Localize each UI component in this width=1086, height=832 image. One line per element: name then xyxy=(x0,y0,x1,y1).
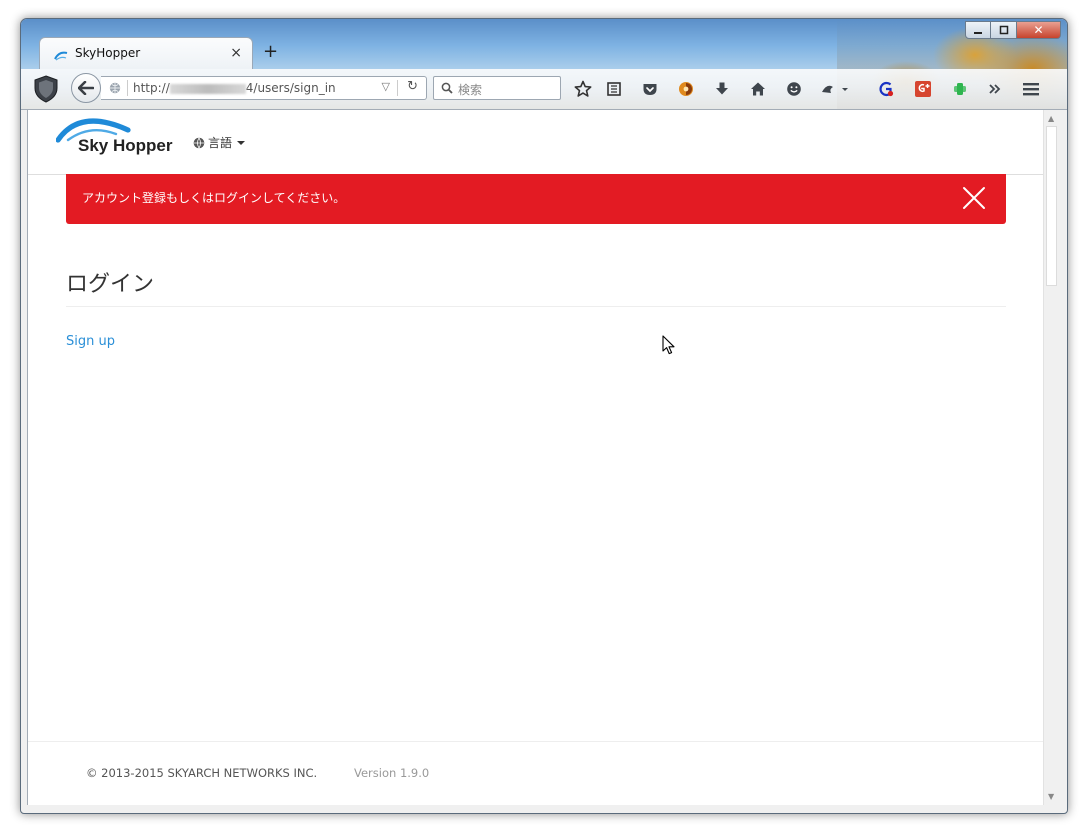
reload-icon[interactable]: ↻ xyxy=(407,79,418,94)
search-placeholder: 検索 xyxy=(458,83,483,97)
address-bar[interactable]: http:// 4/users/sign_in ▽ ↻ xyxy=(101,76,427,100)
close-window-button[interactable]: ✕ xyxy=(1017,21,1061,39)
desktop: ✕ SkyHopper × + http:// 4/users/sign_in … xyxy=(0,0,1086,832)
alert-message: アカウント登録もしくはログインしてください。 xyxy=(82,191,346,205)
hamburger-menu-icon[interactable] xyxy=(1021,79,1041,99)
site-identity-globe-icon[interactable] xyxy=(109,82,121,94)
tab-title: SkyHopper xyxy=(75,46,141,60)
extension-g-icon[interactable] xyxy=(876,79,896,99)
new-tab-button[interactable]: + xyxy=(263,43,278,61)
minimize-button[interactable] xyxy=(965,21,991,39)
reload-separator xyxy=(397,80,398,96)
maximize-button[interactable] xyxy=(991,21,1017,39)
globe-icon xyxy=(193,137,205,149)
extension-menu-icon[interactable] xyxy=(819,79,853,99)
alert-banner: アカウント登録もしくはログインしてください。 xyxy=(66,174,1006,224)
search-bar[interactable]: 検索 xyxy=(433,76,561,100)
site-header: Sky Hopper 言語 xyxy=(28,110,1044,175)
shield-icon[interactable] xyxy=(33,75,59,103)
alert-close-icon[interactable] xyxy=(962,186,986,210)
url-text[interactable]: http:// 4/users/sign_in xyxy=(133,81,336,95)
back-button[interactable] xyxy=(71,73,101,103)
scrollbar-thumb[interactable] xyxy=(1046,126,1057,286)
logo-text: Sky Hopper xyxy=(78,136,173,155)
home-icon[interactable] xyxy=(748,79,768,99)
address-separator xyxy=(127,80,128,96)
bookmark-star-icon[interactable] xyxy=(573,79,593,99)
skyhopper-favicon-icon xyxy=(54,51,68,61)
restore-icon xyxy=(999,25,1008,35)
scroll-down-arrow-icon[interactable]: ▼ xyxy=(1048,792,1054,801)
scroll-up-arrow-icon[interactable]: ▲ xyxy=(1048,114,1054,123)
footer-copyright: © 2013-2015 SKYARCH NETWORKS INC. xyxy=(86,766,318,780)
caret-down-icon xyxy=(237,140,246,145)
language-label: 言語 xyxy=(208,136,233,150)
navigation-toolbar: http:// 4/users/sign_in ▽ ↻ 検索 xyxy=(21,69,1067,110)
back-arrow-icon xyxy=(78,81,94,95)
title-divider xyxy=(66,306,1006,307)
redacted-host xyxy=(169,83,246,94)
download-icon[interactable] xyxy=(712,79,732,99)
extension-green-icon[interactable] xyxy=(950,79,970,99)
bookmarks-list-icon[interactable] xyxy=(604,79,624,99)
pocket-icon[interactable] xyxy=(640,79,660,99)
extension-orange-icon[interactable] xyxy=(676,79,696,99)
sign-up-link[interactable]: Sign up xyxy=(66,334,115,349)
page-title: ログイン xyxy=(66,272,155,297)
language-dropdown[interactable]: 言語 xyxy=(193,134,246,151)
minimize-icon xyxy=(974,32,982,34)
site-footer: © 2013-2015 SKYARCH NETWORKS INC. Versio… xyxy=(28,741,1044,805)
google-plus-icon[interactable] xyxy=(913,79,933,99)
mouse-cursor-icon xyxy=(662,335,675,355)
tab-skyhopper[interactable]: SkyHopper × xyxy=(39,37,253,69)
vertical-scrollbar[interactable]: ▲ ▼ xyxy=(1043,110,1060,805)
skyhopper-logo[interactable]: Sky Hopper xyxy=(56,114,178,162)
overflow-chevron-icon[interactable] xyxy=(985,79,1005,99)
window-controls: ✕ xyxy=(965,21,1061,39)
search-icon xyxy=(441,82,453,94)
page-viewport: Sky Hopper 言語 アカウント登録もしくはログインしてください。 ログイ… xyxy=(27,110,1044,805)
footer-version: Version 1.9.0 xyxy=(354,766,430,780)
tab-close-button[interactable]: × xyxy=(230,45,242,61)
browser-window: ✕ SkyHopper × + http:// 4/users/sign_in … xyxy=(20,18,1068,814)
url-prefix: http:// xyxy=(133,81,170,95)
smiley-feedback-icon[interactable] xyxy=(784,79,804,99)
url-path: 4/users/sign_in xyxy=(245,81,336,95)
history-dropdown-icon[interactable]: ▽ xyxy=(382,80,390,93)
